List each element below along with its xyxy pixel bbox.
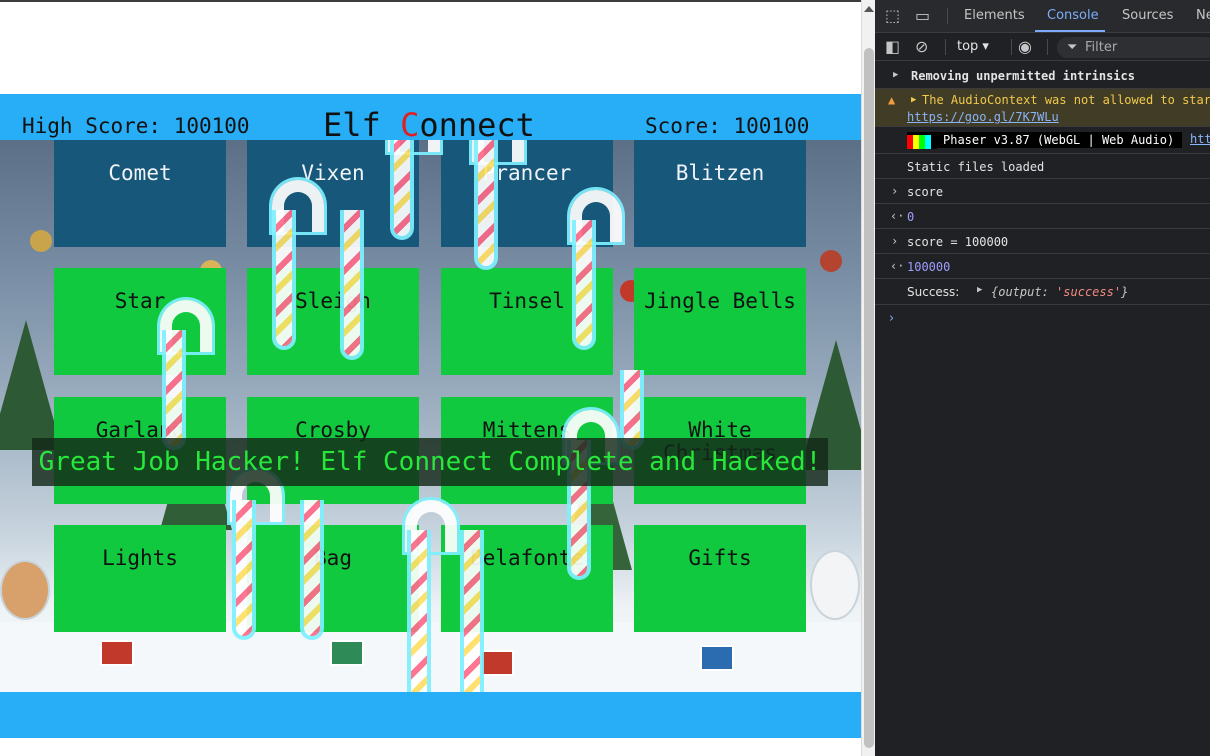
game-title: Elf Connect: [323, 106, 535, 144]
toolbar-divider: [1047, 39, 1048, 55]
page-viewport: High Score: 100100 Elf Connect Score: 10…: [0, 0, 861, 756]
phaser-color-bars: [907, 133, 937, 149]
console-message[interactable]: Success: ▶ {output: 'success'}: [875, 279, 1210, 305]
game-canvas[interactable]: High Score: 100100 Elf Connect Score: 10…: [0, 94, 861, 738]
object-value: 'success': [1056, 285, 1122, 299]
eye-icon[interactable]: ◉: [1018, 39, 1032, 55]
console-message: Phaser v3.87 (WebGL | Web Audio) htt: [875, 128, 1210, 154]
console-message: Static files loaded: [875, 154, 1210, 179]
warning-text: The AudioContext was not allowed to star: [922, 93, 1210, 107]
candy-cane: [474, 140, 498, 270]
console-input-echo: › score = 100000: [875, 229, 1210, 254]
success-object: {output: 'success'}: [991, 285, 1128, 299]
gift-decoration: [100, 640, 134, 666]
toolbar-divider: [945, 39, 946, 55]
inspect-icon[interactable]: ⬚: [885, 8, 900, 24]
console-warning[interactable]: ▲ ▶ The AudioContext was not allowed to …: [875, 89, 1210, 127]
candy-cane: [162, 330, 186, 450]
expand-arrow-icon[interactable]: ▶: [977, 285, 982, 295]
tile-jingle-bells[interactable]: Jingle Bells: [634, 268, 806, 375]
devtools-panel: ⬚ ▭ Elements Console Sources Ne ◧ ⊘ top …: [875, 0, 1210, 756]
object-brace: }: [1121, 285, 1129, 299]
tile-lights[interactable]: Lights: [54, 525, 226, 632]
ornament-decoration: [820, 250, 842, 272]
title-part-3: onnect: [419, 106, 535, 144]
high-score-label: High Score: 100100: [22, 114, 250, 138]
console-message-text: Removing unpermitted intrinsics: [911, 69, 1135, 83]
candy-cane: [232, 500, 256, 640]
tree-decoration: [0, 320, 62, 450]
context-selector[interactable]: top ▾: [957, 39, 989, 54]
tab-sources[interactable]: Sources: [1122, 8, 1173, 23]
tile-bag[interactable]: Bag: [247, 525, 419, 632]
console-message-text: Static files loaded: [907, 160, 1045, 174]
title-part-1: Elf: [323, 106, 401, 144]
filter-input[interactable]: ⏷ Filter: [1057, 37, 1210, 58]
console-message[interactable]: ▶ Removing unpermitted intrinsics: [875, 62, 1210, 89]
output-chevron-icon: ‹·: [890, 259, 905, 273]
title-part-2: C: [400, 106, 420, 144]
candy-cane: [300, 500, 324, 640]
clear-console-icon[interactable]: ⊘: [915, 39, 928, 55]
ornament-decoration: [30, 230, 52, 252]
candy-cane: [572, 220, 596, 350]
tile-comet[interactable]: Comet: [54, 140, 226, 247]
input-chevron-icon: ›: [891, 234, 899, 248]
phaser-link[interactable]: htt: [1190, 132, 1210, 146]
object-key: output:: [998, 285, 1049, 299]
console-result: ‹· 0: [875, 204, 1210, 229]
page-scrollbar[interactable]: [861, 0, 875, 756]
console-result-value: 100000: [907, 260, 951, 274]
console-input-text: score: [907, 185, 944, 199]
hacked-banner: Great Job Hacker! Elf Connect Complete a…: [32, 438, 828, 486]
console-result-value: 0: [907, 210, 915, 224]
device-toolbar-icon[interactable]: ▭: [915, 8, 930, 24]
console-toolbar: ◧ ⊘ top ▾ ◉ ⏷ Filter: [875, 33, 1210, 61]
phaser-banner: Phaser v3.87 (WebGL | Web Audio): [907, 132, 1183, 149]
tab-elements[interactable]: Elements: [964, 8, 1025, 23]
toolbar-divider: [1011, 39, 1012, 55]
toolbar-divider: [947, 8, 948, 24]
tab-console[interactable]: Console: [1047, 8, 1099, 23]
sidebar-icon[interactable]: ◧: [885, 39, 900, 55]
console-prompt[interactable]: ›: [889, 311, 894, 326]
expand-arrow-icon[interactable]: ▶: [911, 95, 916, 105]
scroll-up-arrow-icon[interactable]: [864, 6, 874, 12]
output-chevron-icon: ‹·: [890, 209, 905, 223]
tab-network[interactable]: Ne: [1196, 8, 1210, 23]
christmas-background: Comet Vixen Prancer Blitzen Star Sleigh …: [0, 140, 861, 692]
filter-icon: ⏷: [1067, 40, 1078, 55]
gift-decoration: [480, 650, 514, 676]
active-tab-indicator: [1035, 30, 1105, 32]
gift-decoration: [700, 645, 734, 671]
devtools-tab-bar: ⬚ ▭ Elements Console Sources Ne: [875, 0, 1210, 33]
input-chevron-icon: ›: [891, 184, 899, 198]
score-label: Score: 100100: [645, 114, 810, 138]
filter-placeholder: Filter: [1085, 40, 1118, 55]
warning-icon: ▲: [888, 93, 896, 107]
candy-cane: [272, 210, 296, 350]
candy-cane: [340, 210, 364, 360]
snowman-decoration: [810, 550, 860, 620]
console-input-text: score = 100000: [907, 235, 1009, 249]
warning-link[interactable]: https://goo.gl/7K7WLu: [907, 110, 1059, 124]
expand-arrow-icon[interactable]: ▶: [893, 70, 898, 80]
tile-gifts[interactable]: Gifts: [634, 525, 806, 632]
candy-cane: [390, 140, 414, 240]
gift-decoration: [330, 640, 364, 666]
console-result: ‹· 100000: [875, 254, 1210, 279]
phaser-version-text: Phaser v3.87 (WebGL | Web Audio): [943, 133, 1175, 147]
scrollbar-thumb[interactable]: [864, 48, 874, 748]
candy-cane: [407, 530, 431, 692]
candy-cane: [460, 530, 484, 692]
success-label: Success:: [907, 285, 960, 299]
console-input-echo: › score: [875, 179, 1210, 204]
gingerbread-decoration: [0, 560, 50, 620]
tile-blitzen[interactable]: Blitzen: [634, 140, 806, 247]
